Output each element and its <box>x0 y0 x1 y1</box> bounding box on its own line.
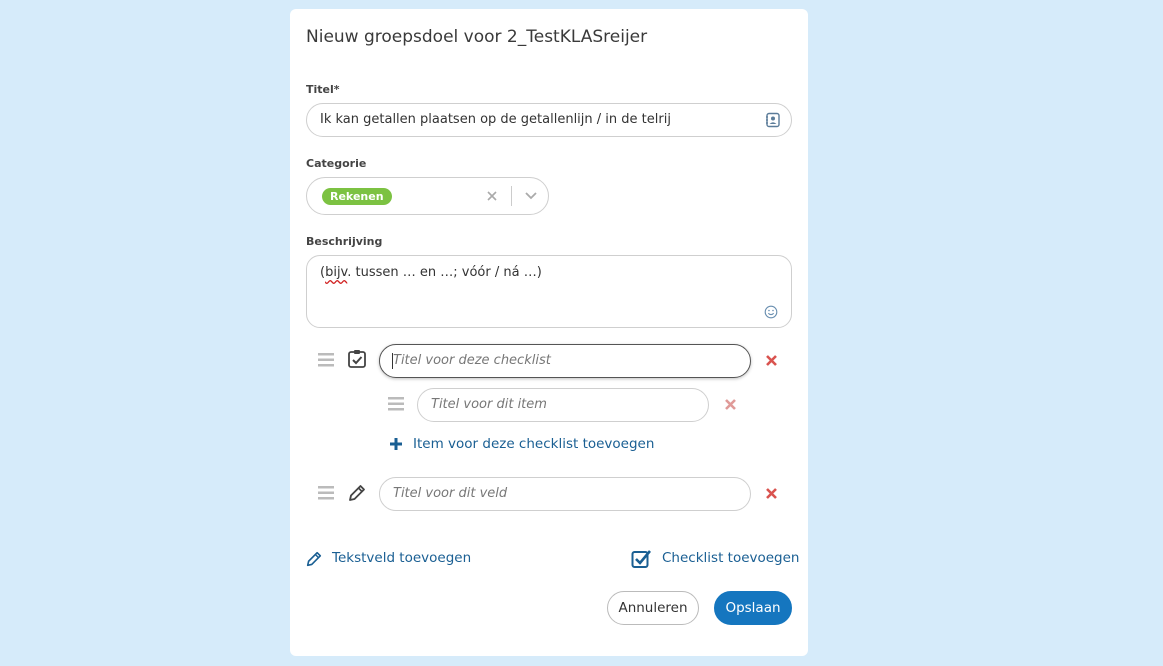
save-button[interactable]: Opslaan <box>714 591 792 625</box>
clear-icon[interactable] <box>486 190 498 202</box>
delete-icon[interactable] <box>765 354 778 367</box>
contact-card-icon[interactable] <box>765 112 781 128</box>
select-separator <box>511 186 512 206</box>
pencil-icon <box>349 485 365 501</box>
drag-handle-icon[interactable] <box>388 397 404 411</box>
dialog-title: Nieuw groepsdoel voor 2_TestKLASreijer <box>306 27 648 47</box>
categorie-select[interactable]: Rekenen <box>306 177 549 215</box>
textfield-title-placeholder: Titel voor dit veld <box>393 486 508 501</box>
add-checklist-link[interactable]: Checklist toevoegen <box>662 550 800 566</box>
emoji-icon[interactable] <box>764 305 778 319</box>
plus-icon[interactable] <box>389 437 403 451</box>
titel-label: Titel* <box>306 83 340 96</box>
chevron-down-icon[interactable] <box>524 190 538 202</box>
checklist-item-placeholder: Titel voor dit item <box>431 397 547 412</box>
checklist-title-input[interactable]: Titel voor deze checklist <box>379 344 751 378</box>
dialog: Nieuw groepsdoel voor 2_TestKLASreijer T… <box>290 9 808 656</box>
add-textfield-link[interactable]: Tekstveld toevoegen <box>332 550 471 566</box>
textfield-title-input[interactable]: Titel voor dit veld <box>379 477 751 511</box>
checklist-icon <box>348 350 366 368</box>
titel-value: Ik kan getallen plaatsen op de getallenl… <box>320 112 671 127</box>
pencil-icon[interactable] <box>305 550 323 568</box>
delete-icon[interactable] <box>724 398 737 411</box>
category-badge: Rekenen <box>322 188 392 205</box>
checklist-item-input[interactable]: Titel voor dit item <box>417 388 709 422</box>
checkbox-icon[interactable] <box>631 549 652 569</box>
delete-icon[interactable] <box>765 487 778 500</box>
beschrijving-textarea[interactable]: (bijv. tussen … en …; vóór / ná …) <box>306 255 792 328</box>
drag-handle-icon[interactable] <box>318 353 334 367</box>
beschrijving-label: Beschrijving <box>306 235 383 248</box>
drag-handle-icon[interactable] <box>318 486 334 500</box>
beschrijving-value: (bijv. tussen … en …; vóór / ná …) <box>320 265 542 280</box>
titel-input[interactable]: Ik kan getallen plaatsen op de getallenl… <box>306 103 792 137</box>
add-checklist-item-link[interactable]: Item voor deze checklist toevoegen <box>413 436 654 452</box>
cancel-button[interactable]: Annuleren <box>607 591 699 625</box>
categorie-label: Categorie <box>306 157 367 170</box>
checklist-title-placeholder: Titel voor deze checklist <box>393 353 551 368</box>
